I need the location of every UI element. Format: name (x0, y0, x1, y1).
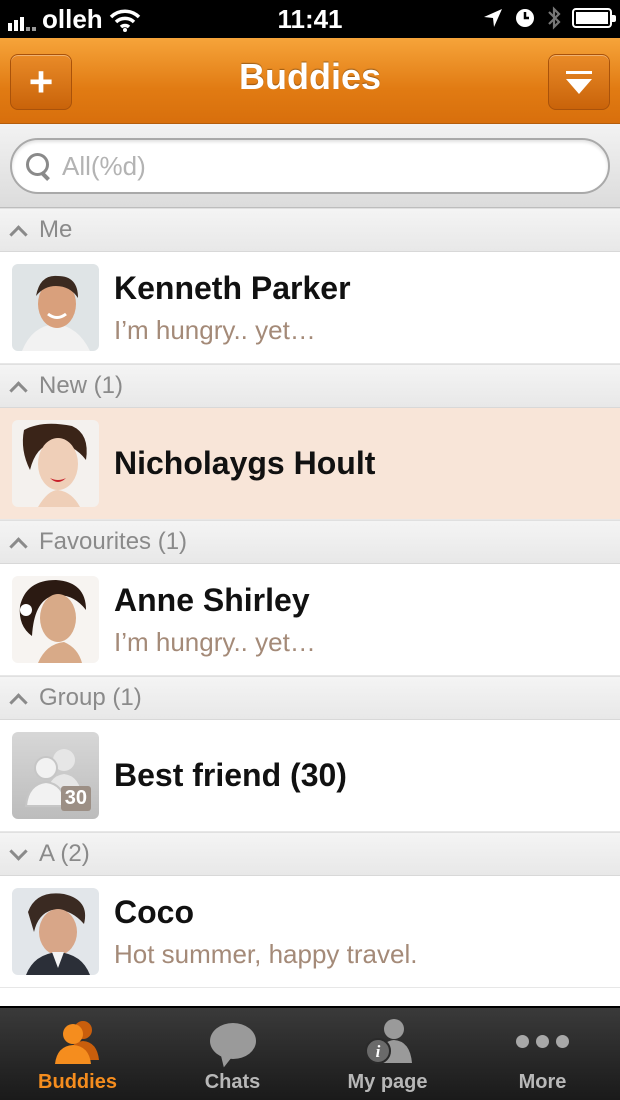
buddy-name: Nicholaygs Hoult (114, 445, 376, 481)
chevron-up-icon (9, 224, 28, 244)
group-name: Best friend (30) (114, 757, 347, 793)
chat-bubble-icon (209, 1023, 256, 1059)
more-dots-icon (516, 1034, 569, 1048)
search-icon (26, 153, 52, 179)
tab-label: More (518, 1071, 567, 1093)
group-avatar: 30 (12, 732, 99, 819)
section-label: Me (39, 216, 73, 243)
dropdown-menu-button[interactable] (548, 54, 610, 110)
alarm-clock-icon (516, 9, 534, 27)
avatar (12, 888, 99, 975)
status-bar: olleh 11:41 (0, 0, 620, 38)
avatar (12, 576, 99, 663)
buddy-status-message: I’m hungry.. yet… (114, 626, 316, 657)
section-label: New (1) (39, 372, 124, 399)
tab-label: Buddies (38, 1071, 117, 1093)
chevron-up-icon (9, 380, 28, 400)
my-page-icon: i (364, 1019, 412, 1064)
section-header-a[interactable]: A (2) (0, 832, 620, 876)
nav-bar: + Buddies (0, 38, 620, 124)
section-header-new[interactable]: New (1) (0, 364, 620, 408)
buddy-row-kenneth-parker[interactable]: Kenneth Parker I’m hungry.. yet… (0, 252, 620, 364)
avatar (12, 420, 99, 507)
location-arrow-icon (484, 9, 502, 27)
buddy-name: Anne Shirley (114, 581, 310, 618)
tab-chats[interactable]: Chats (155, 1008, 310, 1100)
bluetooth-icon (548, 6, 561, 30)
avatar (12, 264, 99, 351)
menu-triangle-icon (566, 70, 592, 94)
tab-my-page[interactable]: i My page (310, 1008, 465, 1100)
search-box[interactable] (10, 138, 610, 194)
member-count-badge: 30 (60, 786, 91, 811)
section-label: A (2) (39, 840, 90, 867)
search-input[interactable] (62, 150, 542, 182)
buddies-icon (54, 1021, 99, 1064)
battery-icon (572, 8, 616, 28)
buddy-status-message: Hot summer, happy travel. (114, 938, 418, 969)
section-header-group[interactable]: Group (1) (0, 676, 620, 720)
tab-label: My page (347, 1071, 428, 1093)
section-header-favourites[interactable]: Favourites (1) (0, 520, 620, 564)
buddy-row-nicholaygs-hoult[interactable]: Nicholaygs Hoult (0, 408, 620, 520)
buddy-status-message: I’m hungry.. yet… (114, 314, 316, 345)
section-label: Favourites (1) (39, 528, 188, 555)
search-bar (0, 124, 620, 208)
buddy-name: Kenneth Parker (114, 269, 351, 306)
buddy-row-coco[interactable]: Coco Hot summer, happy travel. (0, 876, 620, 988)
tab-more[interactable]: More (465, 1008, 620, 1100)
section-header-me[interactable]: Me (0, 208, 620, 252)
svg-text:i: i (375, 1042, 380, 1061)
chevron-up-icon (9, 692, 28, 712)
group-row-best-friend[interactable]: 30 Best friend (30) (0, 720, 620, 832)
section-label: Group (1) (39, 684, 142, 711)
tab-label: Chats (204, 1071, 261, 1093)
buddy-row-anne-shirley[interactable]: Anne Shirley I’m hungry.. yet… (0, 564, 620, 676)
tab-bar: Buddies Chats i My page More (0, 1006, 620, 1100)
chevron-down-icon (9, 841, 28, 861)
tab-buddies[interactable]: Buddies (0, 1008, 155, 1100)
buddy-name: Coco (114, 893, 194, 930)
chevron-up-icon (9, 536, 28, 556)
page-title: Buddies (238, 56, 381, 97)
